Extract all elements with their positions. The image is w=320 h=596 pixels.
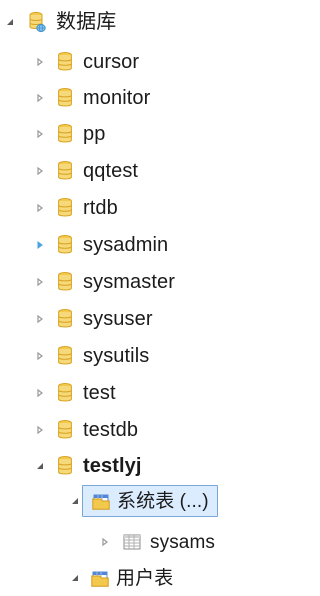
expanded-arrow-icon[interactable]	[33, 459, 47, 473]
tree-item-label: sysmaster	[83, 271, 176, 293]
tree-item-qqtest[interactable]: qqtest	[0, 153, 243, 189]
database-icon	[55, 197, 75, 219]
tree-item-system-tables[interactable]: 系统表 (...)	[0, 483, 243, 519]
tree-item-label: testlyj	[83, 455, 142, 477]
table-folder-icon	[90, 567, 110, 589]
expanded-arrow-icon[interactable]	[68, 571, 82, 585]
tree-item-label: sysams	[150, 531, 215, 553]
tree-item-testlyj[interactable]: testlyj	[0, 448, 243, 484]
tree-item-cursor[interactable]: cursor	[0, 44, 243, 80]
collapsed-arrow-icon[interactable]	[98, 535, 112, 549]
collapsed-arrow-icon[interactable]	[33, 91, 47, 105]
collapsed-arrow-icon[interactable]	[33, 312, 47, 326]
tree-item-label: test	[83, 382, 116, 404]
expanded-arrow-icon[interactable]	[3, 15, 17, 29]
tree-item-sysuser[interactable]: sysuser	[0, 301, 243, 337]
collapsed-arrow-icon[interactable]	[33, 238, 47, 252]
tree-item-label: qqtest	[83, 160, 139, 182]
tree-item-label: 用户表	[116, 567, 174, 589]
tree-item-sysutils[interactable]: sysutils	[0, 338, 243, 374]
tree-item-rtdb[interactable]: rtdb	[0, 190, 243, 226]
tree-item-label: sysadmin	[83, 234, 169, 256]
database-icon	[55, 123, 75, 145]
tree-root-label: 数据库	[56, 11, 117, 33]
database-tree: 数据库 cursor monitor pp qqtest rtdb sysadm…	[0, 0, 243, 590]
tree-item-sysadmin[interactable]: sysadmin	[0, 227, 243, 263]
database-icon	[55, 160, 75, 182]
database-icon	[55, 87, 75, 109]
collapsed-arrow-icon[interactable]	[33, 127, 47, 141]
collapsed-arrow-icon[interactable]	[33, 55, 47, 69]
tree-item-sysams[interactable]: sysams	[0, 524, 243, 560]
collapsed-arrow-icon[interactable]	[33, 386, 47, 400]
table-icon	[122, 531, 142, 553]
collapsed-arrow-icon[interactable]	[33, 164, 47, 178]
tree-item-label: pp	[83, 123, 106, 145]
tree-item-label: sysutils	[83, 345, 150, 367]
tree-root-row[interactable]: 数据库	[0, 4, 243, 40]
tree-item-pp[interactable]: pp	[0, 116, 243, 152]
tree-item-testdb[interactable]: testdb	[0, 412, 243, 448]
tree-item-label: cursor	[83, 51, 140, 73]
database-icon	[55, 382, 75, 404]
tree-item-user-tables[interactable]: 用户表	[0, 560, 243, 596]
collapsed-arrow-icon[interactable]	[33, 423, 47, 437]
tree-item-monitor[interactable]: monitor	[0, 80, 243, 116]
database-icon	[55, 308, 75, 330]
selected-tree-node[interactable]: 系统表 (...)	[82, 485, 218, 517]
database-icon	[55, 455, 75, 477]
collapsed-arrow-icon[interactable]	[33, 275, 47, 289]
database-icon	[55, 234, 75, 256]
database-root-icon	[27, 11, 47, 33]
expanded-arrow-icon[interactable]	[68, 494, 82, 508]
collapsed-arrow-icon[interactable]	[33, 349, 47, 363]
tree-item-label: monitor	[83, 87, 151, 109]
database-icon	[55, 51, 75, 73]
tree-item-label: rtdb	[83, 197, 118, 219]
tree-item-label: 系统表 (...)	[117, 490, 209, 512]
tree-item-label: sysuser	[83, 308, 153, 330]
table-folder-icon	[91, 490, 111, 512]
tree-item-test[interactable]: test	[0, 375, 243, 411]
tree-item-label: testdb	[83, 419, 139, 441]
tree-item-sysmaster[interactable]: sysmaster	[0, 264, 243, 300]
database-icon	[55, 345, 75, 367]
collapsed-arrow-icon[interactable]	[33, 201, 47, 215]
database-icon	[55, 271, 75, 293]
database-icon	[55, 419, 75, 441]
